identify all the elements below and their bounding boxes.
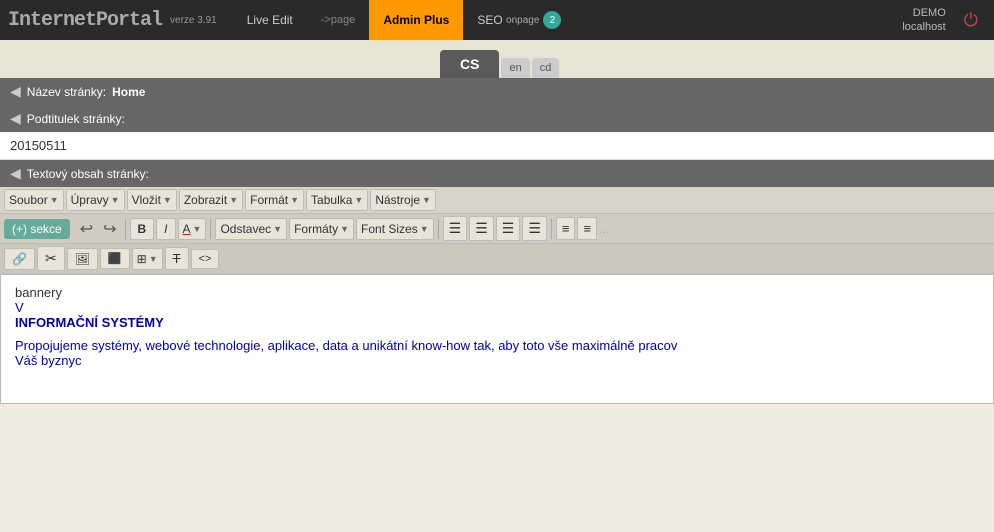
upravy-menu[interactable]: Úpravy ▼: [66, 189, 125, 211]
logo: InternetPortal: [8, 9, 162, 32]
undo-button[interactable]: ↩: [76, 217, 97, 241]
separator-3: [438, 219, 439, 239]
zobrazit-menu[interactable]: Zobrazit ▼: [179, 189, 243, 211]
separator-2: [210, 219, 211, 239]
toolbar-row3: 🔗 ✂ 🖼 ⬛ ⊞ ▼ T <>: [0, 244, 994, 274]
collapse-icon[interactable]: ◀: [10, 83, 21, 100]
power-button[interactable]: ⏻: [956, 6, 986, 35]
list-ul-button[interactable]: ≡: [556, 217, 576, 240]
seo-button[interactable]: SEO onpage 2: [463, 0, 575, 40]
redo-button[interactable]: ↪: [99, 217, 120, 241]
subtitle-field-row: 20150511: [0, 132, 994, 160]
image-icon: 🖼: [75, 252, 90, 266]
vlozit-arrow: ▼: [163, 195, 172, 205]
tabulka-menu[interactable]: Tabulka ▼: [306, 189, 368, 211]
version-badge: verze 3.91: [170, 15, 217, 26]
font-sizes-arrow: ▼: [420, 224, 429, 234]
toolbar-overflow: ...: [599, 222, 609, 236]
link-button[interactable]: 🔗: [4, 248, 35, 270]
editor-line3[interactable]: INFORMAČNÍ SYSTÉMY: [15, 315, 164, 330]
arrow-page-button[interactable]: ->page: [307, 0, 370, 40]
collapse-icon-2[interactable]: ◀: [10, 110, 21, 127]
collapse-icon-3[interactable]: ◀: [10, 165, 21, 182]
seo-count-badge: 2: [543, 11, 561, 29]
page-name-value: Home: [112, 85, 145, 99]
lang-tab-cd[interactable]: cd: [532, 58, 560, 78]
toolbar-row1: Soubor ▼ Úpravy ▼ Vložit ▼ Zobrazit ▼ Fo…: [0, 187, 994, 214]
add-section-button[interactable]: (+) sekce: [4, 219, 70, 239]
unlink-button[interactable]: ✂: [37, 246, 65, 271]
table-insert[interactable]: ⊞ ▼: [132, 248, 163, 270]
bold-button[interactable]: B: [130, 218, 155, 240]
link-icon: 🔗: [12, 252, 27, 266]
demo-info: DEMO localhost: [902, 6, 945, 35]
vlozit-menu[interactable]: Vložit ▼: [127, 189, 177, 211]
align-center-button[interactable]: ☰: [469, 216, 494, 241]
editor-line4: Propojujeme systémy, webové technologie,…: [15, 338, 979, 353]
upravy-arrow: ▼: [111, 195, 120, 205]
table-arrow: ▼: [149, 254, 158, 264]
format-arrow: ▼: [290, 195, 299, 205]
soubor-menu[interactable]: Soubor ▼: [4, 189, 64, 211]
lang-tab-cs[interactable]: CS: [440, 50, 499, 78]
paragraph-arrow: ▼: [273, 224, 282, 234]
editor-line2[interactable]: V: [15, 300, 24, 315]
lang-bar: CS en cd: [0, 40, 994, 78]
media-button[interactable]: ⬛: [100, 248, 130, 269]
color-arrow: ▼: [193, 224, 202, 234]
subtitle-section-header: ◀ Podtitulek stránky:: [0, 105, 994, 132]
align-left-button[interactable]: ☰: [443, 216, 468, 241]
format-menu[interactable]: Formát ▼: [245, 189, 304, 211]
subtitle-value: 20150511: [10, 138, 67, 153]
formats-arrow: ▼: [340, 224, 349, 234]
tabulka-arrow: ▼: [354, 195, 363, 205]
unlink-icon: ✂: [45, 250, 57, 267]
align-justify-button[interactable]: ☰: [522, 216, 547, 241]
italic-button[interactable]: I: [156, 218, 175, 240]
page-name-section-header: ◀ Název stránky: Home: [0, 78, 994, 105]
align-right-button[interactable]: ☰: [496, 216, 521, 241]
font-sizes-select[interactable]: Font Sizes ▼: [356, 218, 434, 240]
media-icon: ⬛: [108, 252, 122, 265]
live-edit-button[interactable]: Live Edit: [233, 0, 307, 40]
separator-1: [125, 219, 126, 239]
editor-content[interactable]: bannery V INFORMAČNÍ SYSTÉMY Propojujeme…: [0, 274, 994, 404]
lang-tab-en[interactable]: en: [501, 58, 529, 78]
zobrazit-arrow: ▼: [229, 195, 238, 205]
formats-select[interactable]: Formáty ▼: [289, 218, 354, 240]
list-ol-button[interactable]: ≡: [577, 217, 597, 240]
separator-4: [551, 219, 552, 239]
admin-plus-button[interactable]: Admin Plus: [369, 0, 463, 40]
source-button[interactable]: <>: [191, 249, 220, 269]
table-icon: ⊞: [137, 252, 147, 266]
soubor-arrow: ▼: [50, 195, 59, 205]
toolbar-row2: (+) sekce ↩ ↪ B I A ▼ Odstavec ▼ Formáty…: [0, 214, 994, 244]
nastroje-menu[interactable]: Nástroje ▼: [370, 189, 436, 211]
nastroje-arrow: ▼: [422, 195, 431, 205]
clear-format-icon: T: [173, 251, 181, 266]
editor-line1: bannery: [15, 285, 979, 300]
source-icon: <>: [199, 253, 212, 265]
content-section-header: ◀ Textový obsah stránky:: [0, 160, 994, 187]
top-bar: InternetPortal verze 3.91 Live Edit ->pa…: [0, 0, 994, 40]
editor-wrapper: Soubor ▼ Úpravy ▼ Vložit ▼ Zobrazit ▼ Fo…: [0, 187, 994, 404]
clear-format-button[interactable]: T: [165, 247, 189, 270]
editor-line5: Váš byznyc: [15, 353, 81, 368]
image-button[interactable]: 🖼: [67, 248, 98, 270]
paragraph-select[interactable]: Odstavec ▼: [215, 218, 287, 240]
color-picker[interactable]: A ▼: [178, 218, 207, 240]
